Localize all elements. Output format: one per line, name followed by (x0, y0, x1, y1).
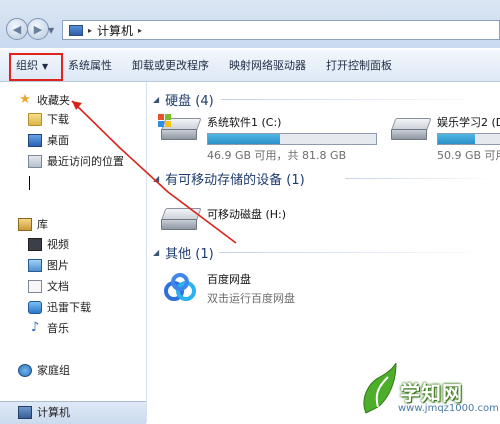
drive-label: 可移动磁盘 (H:) (207, 208, 287, 221)
watermark: 学知网 www.jmqz1000.com (356, 363, 500, 423)
group-header-removable[interactable]: ◢ 有可移动存储的设备 (1) (147, 168, 500, 188)
collapse-triangle-icon: ◢ (153, 247, 160, 257)
forward-button[interactable]: ▶ (27, 18, 49, 40)
system-properties-button[interactable]: 系统属性 (58, 50, 122, 81)
homegroup-icon (18, 363, 32, 377)
breadcrumb-computer[interactable]: 计算机 (97, 22, 133, 39)
removable-disk-icon (160, 204, 202, 230)
downloads-folder-icon (28, 112, 42, 126)
sidebar-item-videos[interactable]: 视频 (28, 235, 69, 253)
group-header-hdd[interactable]: ◢ 硬盘 (4) (147, 89, 500, 109)
collapse-triangle-icon: ◢ (153, 173, 160, 183)
drive-size-text: 46.9 GB 可用，共 81.8 GB (207, 149, 347, 162)
sidebar-item-homegroup[interactable]: 家庭组 (18, 361, 70, 379)
drive-usage-bar (207, 133, 377, 145)
drive-usage-fill (208, 134, 281, 144)
navigation-pane: ★ 收藏夹 下载 桌面 最近访问的位置 库 视频 图片 文档 迅雷下载 ♪ 音乐 家… (0, 82, 147, 424)
collapse-triangle-icon: ◢ (153, 94, 160, 104)
sidebar-item-libraries[interactable]: 库 (18, 215, 48, 233)
desktop-icon (28, 133, 42, 147)
removable-drive-h[interactable]: 可移动磁盘 (H:) (160, 204, 287, 230)
video-icon (28, 237, 42, 251)
pictures-icon (28, 258, 42, 272)
library-icon (18, 217, 32, 231)
sidebar-item-desktop[interactable]: 桌面 (28, 131, 69, 149)
xunlei-icon (28, 300, 42, 314)
sidebar-item-xunlei[interactable]: 迅雷下载 (28, 298, 91, 316)
sidebar-item-favorites[interactable]: ★ 收藏夹 (18, 91, 70, 109)
drive-label: 娱乐学习2 (D (437, 116, 500, 129)
text-cursor (29, 176, 30, 190)
sidebar-item-downloads[interactable]: 下载 (28, 110, 69, 128)
watermark-logo-icon (363, 363, 397, 414)
sidebar-item-documents[interactable]: 文档 (28, 277, 69, 295)
address-input[interactable]: ▸ 计算机 ▸ (62, 20, 500, 40)
drive-d[interactable]: 娱乐学习2 (D 50.9 GB 可用 (390, 114, 500, 163)
path-separator[interactable]: ▸ (138, 26, 142, 35)
annotation-highlight-box (9, 53, 63, 81)
watermark-url: www.jmqz1000.com (398, 403, 499, 414)
app-name: 百度网盘 (207, 273, 251, 286)
baidu-netdisk-item[interactable]: 百度网盘 双击运行百度网盘 (161, 271, 295, 309)
divider (219, 252, 494, 253)
drive-usage-fill (438, 134, 476, 144)
app-description: 双击运行百度网盘 (207, 292, 295, 305)
open-control-panel-button[interactable]: 打开控制面板 (316, 50, 402, 81)
computer-icon (69, 24, 83, 36)
sidebar-item-music[interactable]: ♪ 音乐 (28, 319, 69, 337)
sidebar-item-pictures[interactable]: 图片 (28, 256, 69, 274)
recent-places-icon (28, 154, 42, 168)
drive-usage-bar (437, 133, 500, 145)
command-bar: 组织 ▼ 系统属性 卸载或更改程序 映射网络驱动器 打开控制面板 (0, 50, 500, 82)
music-note-icon: ♪ (30, 320, 40, 335)
group-header-other[interactable]: ◢ 其他 (1) (147, 242, 500, 262)
drive-c[interactable]: 系统软件1 (C:) 46.9 GB 可用，共 81.8 GB (158, 114, 377, 163)
history-dropdown-icon[interactable]: ▼ (48, 26, 54, 35)
watermark-brand: 学知网 (400, 381, 463, 405)
drive-label: 系统软件1 (C:) (207, 116, 282, 129)
hard-drive-icon (390, 114, 432, 140)
map-network-drive-button[interactable]: 映射网络驱动器 (219, 50, 316, 81)
windows-logo-icon (158, 114, 171, 127)
uninstall-program-button[interactable]: 卸载或更改程序 (122, 50, 219, 81)
divider (221, 99, 491, 100)
back-button[interactable]: ◀ (6, 18, 28, 40)
drive-size-text: 50.9 GB 可用 (437, 149, 500, 162)
divider (345, 178, 495, 179)
path-separator[interactable]: ▸ (88, 26, 92, 35)
address-bar-area: ◀ ▶ ▼ ▸ 计算机 ▸ (0, 0, 500, 48)
hard-drive-icon (158, 114, 202, 140)
sidebar-item-computer[interactable]: 计算机 (18, 403, 70, 421)
document-icon (28, 279, 42, 293)
computer-icon (18, 405, 32, 419)
sidebar-item-recent[interactable]: 最近访问的位置 (28, 152, 124, 170)
baidu-netdisk-icon (161, 271, 199, 309)
star-icon: ★ (19, 92, 31, 107)
